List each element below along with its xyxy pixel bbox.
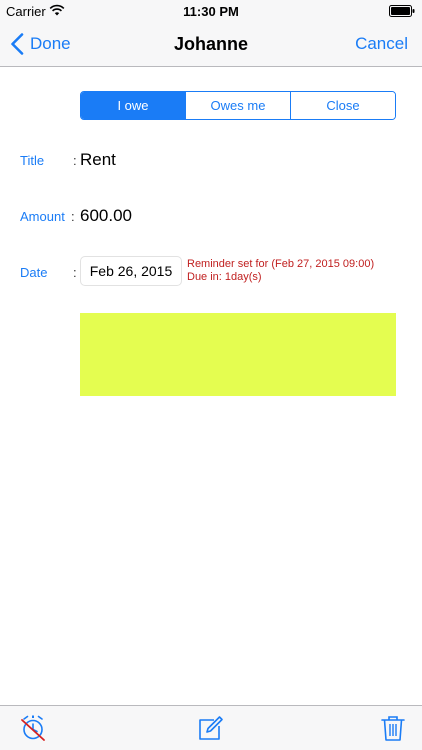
edit-icon: [197, 714, 225, 742]
segment-close[interactable]: Close: [290, 92, 395, 119]
screen: Carrier 11:30 PM Done Johanne Cancel I o…: [0, 0, 422, 750]
reminder-set-text: Reminder set for (Feb 27, 2015 09:00): [187, 258, 375, 270]
edit-button[interactable]: [197, 714, 225, 742]
alarm-off-button[interactable]: [19, 714, 47, 742]
reminder-due-text: Due in: 1day(s): [187, 271, 262, 283]
cancel-button[interactable]: Cancel: [355, 34, 408, 54]
navigation-bar: Done Johanne Cancel: [0, 22, 422, 67]
status-bar: Carrier 11:30 PM: [0, 0, 422, 22]
title-label: Title: [20, 153, 45, 168]
owe-type-segmented-control: I owe Owes me Close: [80, 91, 396, 120]
battery-icon: [389, 5, 415, 17]
delete-button[interactable]: [379, 714, 407, 742]
segment-i-owe[interactable]: I owe: [81, 92, 185, 119]
trash-icon: [379, 714, 407, 742]
date-label: Date: [20, 265, 48, 280]
bottom-toolbar: [0, 705, 422, 750]
segment-owes-me[interactable]: Owes me: [185, 92, 290, 119]
title-value[interactable]: Rent: [80, 150, 116, 170]
amount-colon: :: [71, 209, 75, 224]
status-time: 11:30 PM: [183, 4, 239, 19]
alarm-off-icon: [19, 714, 47, 742]
date-colon: :: [73, 265, 77, 280]
date-picker-button[interactable]: Feb 26, 2015: [80, 256, 182, 286]
title-colon: :: [73, 153, 77, 168]
amount-value[interactable]: 600.00: [80, 206, 132, 226]
note-area[interactable]: [80, 313, 396, 396]
reminder-text: Reminder set for (Feb 27, 2015 09:00) Du…: [187, 258, 374, 284]
amount-label: Amount: [20, 209, 65, 224]
